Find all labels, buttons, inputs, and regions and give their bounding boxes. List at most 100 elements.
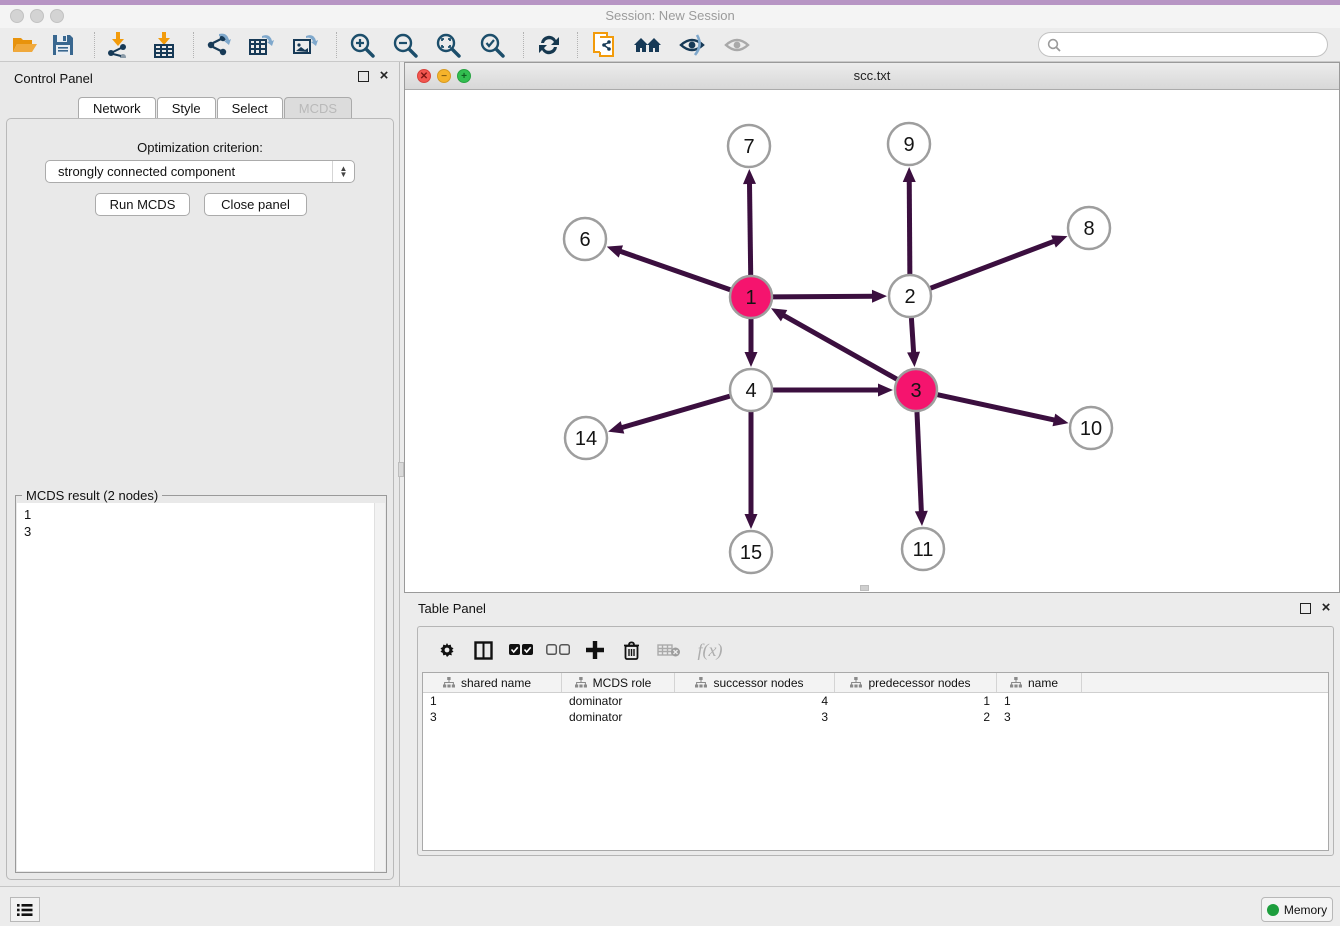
- deselect-all-icon[interactable]: [539, 644, 576, 656]
- svg-text:3: 3: [910, 380, 921, 402]
- zoom-out-icon[interactable]: [388, 30, 422, 60]
- zoom-fit-icon[interactable]: [431, 30, 465, 60]
- graph-node-14[interactable]: 14: [565, 417, 607, 459]
- zoom-selected-icon[interactable]: [475, 30, 509, 60]
- graph-node-3[interactable]: 3: [895, 369, 937, 411]
- table-cell[interactable]: dominator: [562, 709, 675, 725]
- function-builder-icon[interactable]: f(x): [687, 640, 733, 661]
- criterion-dropdown[interactable]: strongly connected component ▲▼: [45, 160, 355, 183]
- network-window-titlebar[interactable]: ✕ − + scc.txt: [405, 63, 1339, 90]
- import-network-icon[interactable]: [101, 30, 135, 60]
- search-input[interactable]: [1066, 37, 1327, 52]
- export-image-icon[interactable]: [288, 30, 322, 60]
- task-history-button[interactable]: [10, 897, 40, 922]
- graph-node-2[interactable]: 2: [889, 275, 931, 317]
- table-cell[interactable]: 1: [997, 693, 1082, 709]
- add-column-icon[interactable]: [576, 641, 613, 659]
- close-table-panel-icon[interactable]: ×: [1319, 601, 1333, 615]
- svg-text:10: 10: [1080, 418, 1102, 440]
- table-cell[interactable]: 3: [997, 709, 1082, 725]
- memory-button[interactable]: Memory: [1261, 897, 1333, 922]
- svg-text:4: 4: [745, 380, 756, 402]
- delete-table-icon[interactable]: [650, 643, 687, 658]
- close-panel-icon[interactable]: ×: [377, 69, 391, 83]
- tab-network[interactable]: Network: [78, 97, 156, 119]
- table-cell[interactable]: dominator: [562, 693, 675, 709]
- edge-2-8[interactable]: [931, 240, 1057, 288]
- tab-style[interactable]: Style: [157, 97, 216, 119]
- edge-3-11[interactable]: [917, 412, 921, 514]
- graph-node-8[interactable]: 8: [1068, 207, 1110, 249]
- column-header-name[interactable]: name: [997, 673, 1082, 692]
- float-panel-icon[interactable]: [358, 71, 369, 82]
- column-header-predecessor-nodes[interactable]: predecessor nodes: [835, 673, 997, 692]
- tab-select[interactable]: Select: [217, 97, 283, 119]
- network-graph[interactable]: 7 9 6 8 1 2 4 3 14 10 15 11: [405, 90, 1339, 592]
- edge-1-2[interactable]: [773, 296, 875, 297]
- edge-arrowhead: [743, 169, 756, 184]
- graph-node-1[interactable]: 1: [730, 276, 772, 318]
- select-all-icon[interactable]: [502, 644, 539, 656]
- graph-node-4[interactable]: 4: [730, 369, 772, 411]
- close-panel-button[interactable]: Close panel: [204, 193, 307, 216]
- column-header-MCDS-role[interactable]: MCDS role: [562, 673, 675, 692]
- result-scrollbar[interactable]: [374, 503, 385, 871]
- edge-4-14[interactable]: [620, 396, 730, 428]
- zoom-in-icon[interactable]: [345, 30, 379, 60]
- list-icon: [17, 903, 33, 917]
- table-cell[interactable]: 1: [835, 693, 997, 709]
- table-body: 1dominator4113dominator323: [423, 693, 1328, 725]
- edge-1-7[interactable]: [749, 181, 750, 275]
- toolbar-separator: [577, 32, 578, 58]
- delete-column-icon[interactable]: [613, 641, 650, 660]
- table-cell[interactable]: 4: [675, 693, 835, 709]
- first-neighbors-icon[interactable]: [631, 30, 665, 60]
- table-row[interactable]: 1dominator411: [423, 693, 1328, 709]
- show-all-icon[interactable]: [720, 30, 754, 60]
- column-header-shared-name[interactable]: shared name: [423, 673, 562, 692]
- tab-mcds[interactable]: MCDS: [284, 97, 352, 119]
- splitter-handle[interactable]: [398, 462, 404, 477]
- graph-node-6[interactable]: 6: [564, 218, 606, 260]
- canvas-scroll-handle[interactable]: [860, 585, 869, 591]
- edge-1-6[interactable]: [618, 251, 730, 290]
- column-header-successor-nodes[interactable]: successor nodes: [675, 673, 835, 692]
- export-network-icon[interactable]: [201, 30, 235, 60]
- status-bar: Memory: [0, 886, 1340, 926]
- table-cell[interactable]: 3: [675, 709, 835, 725]
- clone-network-icon[interactable]: [588, 30, 622, 60]
- table-panel-title: Table Panel: [418, 601, 486, 616]
- float-table-panel-icon[interactable]: [1300, 603, 1311, 614]
- edge-3-1[interactable]: [781, 314, 896, 379]
- edge-3-10[interactable]: [937, 395, 1056, 421]
- edge-2-3[interactable]: [911, 318, 913, 355]
- network-canvas[interactable]: 7 9 6 8 1 2 4 3 14 10 15 11: [405, 90, 1339, 592]
- graph-node-7[interactable]: 7: [728, 125, 770, 167]
- open-session-icon[interactable]: [8, 30, 42, 60]
- import-table-icon[interactable]: [147, 30, 181, 60]
- edge-2-9[interactable]: [909, 179, 910, 274]
- hide-selected-icon[interactable]: [675, 30, 709, 60]
- graph-node-10[interactable]: 10: [1070, 407, 1112, 449]
- graph-node-11[interactable]: 11: [902, 528, 944, 570]
- result-line: 3: [24, 523, 374, 540]
- graph-node-15[interactable]: 15: [730, 531, 772, 573]
- table-cell[interactable]: 3: [423, 709, 562, 725]
- network-view-window: ✕ − + scc.txt 7 9 6 8 1 2 4 3 14 10 15 11: [404, 62, 1340, 593]
- svg-text:15: 15: [740, 542, 762, 564]
- table-settings-icon[interactable]: [428, 640, 465, 660]
- save-session-icon[interactable]: [46, 30, 80, 60]
- toolbar-separator: [94, 32, 95, 58]
- table-row[interactable]: 3dominator323: [423, 709, 1328, 725]
- run-mcds-button[interactable]: Run MCDS: [95, 193, 190, 216]
- export-table-icon[interactable]: [244, 30, 278, 60]
- mcds-result-text[interactable]: 13: [17, 503, 374, 871]
- main-toolbar: [0, 28, 1340, 62]
- graph-node-9[interactable]: 9: [888, 123, 930, 165]
- split-columns-icon[interactable]: [465, 641, 502, 660]
- edge-arrowhead: [608, 421, 624, 433]
- table-cell[interactable]: 1: [423, 693, 562, 709]
- table-cell[interactable]: 2: [835, 709, 997, 725]
- search-field-container: [1038, 32, 1328, 57]
- refresh-view-icon[interactable]: [532, 30, 566, 60]
